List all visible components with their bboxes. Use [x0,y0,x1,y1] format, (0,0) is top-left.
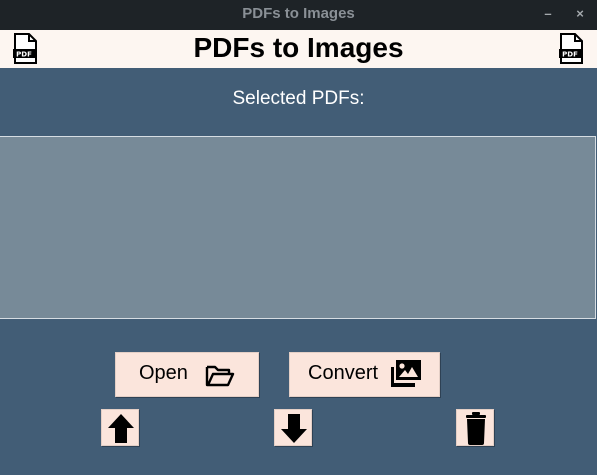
selected-pdfs-list[interactable] [0,136,596,319]
arrow-down-icon [281,414,307,443]
title-bar[interactable]: PDFs to Images – × [0,0,597,30]
trash-icon [466,412,486,445]
delete-button[interactable] [456,409,494,446]
open-button-label: Open [139,362,188,384]
svg-text:PDF: PDF [562,51,578,59]
close-button[interactable]: × [570,0,590,30]
selected-pdfs-label: Selected PDFs: [232,88,365,109]
convert-button[interactable]: Convert [289,352,440,397]
folder-open-icon [205,365,235,387]
window-title: PDFs to Images [242,5,355,22]
images-icon [391,360,421,387]
page-title: PDFs to Images [193,32,404,63]
arrow-up-icon [108,414,134,443]
pdf-file-icon: PDF [559,33,583,64]
move-down-button[interactable] [274,409,312,446]
minimize-button[interactable]: – [538,0,558,30]
move-up-button[interactable] [101,409,139,446]
open-button[interactable]: Open [115,352,259,397]
app-window: PDFs to Images – × PDF PDFs to Images PD… [0,0,597,475]
convert-button-label: Convert [308,362,379,384]
header-banner: PDF PDFs to Images PDF [0,30,597,68]
